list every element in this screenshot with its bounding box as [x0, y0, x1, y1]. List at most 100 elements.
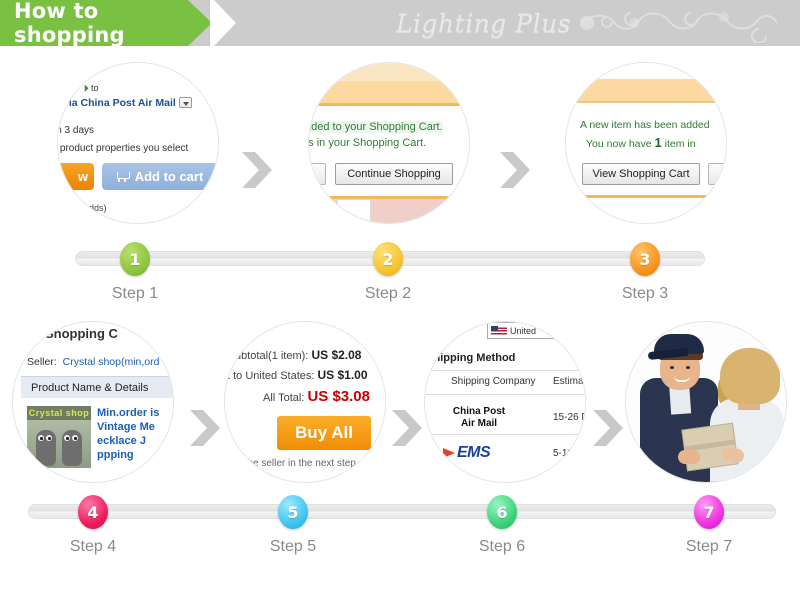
shopping-cart-icon — [116, 171, 130, 182]
step6-shipping-radio[interactable] — [425, 414, 426, 423]
step4-seller-name[interactable]: Crystal shop(min,ord — [63, 356, 160, 368]
step3-notice-title: ice — [568, 82, 585, 96]
step6-row1-estimate: 15-26 Days — [553, 412, 585, 423]
step4-desc-line1: Min.order is — [97, 407, 160, 419]
step-label-4: Step 4 — [69, 538, 117, 555]
step1-ship-method-text: Via China Post Air Mail — [62, 97, 176, 109]
step3-line2: You now have 1 item in — [586, 135, 696, 150]
arrow-2-to-3 — [500, 152, 530, 188]
step5-subtotal-value: US $2.08 — [311, 348, 362, 362]
chevron-down-icon[interactable] — [178, 97, 192, 108]
step5-total-value: US $3.08 — [307, 388, 370, 405]
step1-properties-note: he product properties you select — [57, 143, 189, 154]
step4-product-image[interactable]: Crystal shop — [27, 406, 91, 468]
step-node-7[interactable]: 7 — [694, 495, 724, 529]
step2-line2: ms in your Shopping Cart. — [308, 137, 427, 149]
step6-row1-company-line1: China Post — [452, 406, 506, 417]
step4-product-image-tag: Crystal shop — [27, 406, 91, 420]
step5-shipping-value: US $1.00 — [317, 368, 368, 382]
step-node-2-number: 2 — [382, 249, 394, 269]
step4-desc-line2: Vintage Me — [97, 421, 155, 433]
step-5-screenshot[interactable]: ubtotal(1 item): US $2.08 t to United St… — [224, 321, 386, 483]
step-3-screenshot[interactable]: ice A new item has been added You now ha… — [565, 62, 727, 224]
step6-ship-to-label: s) to — [445, 324, 465, 335]
add-to-cart-label: Add to cart — [134, 169, 204, 184]
step5-total-row: All Total: US $3.08 — [263, 388, 370, 405]
step-node-7-number: 7 — [703, 502, 715, 522]
flourish-icon — [580, 12, 778, 43]
ems-logo-icon — [443, 448, 455, 458]
header-chevron-icon — [210, 0, 236, 46]
step5-shipping-label: t to United States: — [227, 370, 315, 382]
step4-product-desc[interactable]: Min.order is Vintage Me ecklace J ppping — [97, 406, 159, 462]
page-title: How to shopping — [14, 0, 125, 47]
step-6-screenshot[interactable]: s) to United e Shipping Method Shipping … — [424, 321, 586, 483]
step3-item-count: 1 — [654, 135, 662, 150]
brand-watermark-text: Lighting Plus — [395, 8, 571, 38]
step3-partial-button[interactable] — [708, 163, 726, 185]
steps-row-bottom: Shopping C Seller: Crystal shop(min,ord … — [0, 305, 800, 490]
arrow-6-to-7 — [593, 410, 623, 446]
step4-desc-line4: ppping — [97, 449, 134, 461]
us-flag-icon — [491, 325, 507, 336]
step-label-3: Step 3 — [621, 285, 669, 302]
step1-ship-method[interactable]: Via China Post Air Mail — [62, 97, 192, 109]
step-node-6-number: 6 — [496, 502, 508, 522]
step1-footnote: (Adds) — [80, 203, 107, 213]
step2-partial-button[interactable] — [309, 163, 326, 185]
step-node-4-number: 4 — [87, 502, 99, 522]
view-shopping-cart-button[interactable]: View Shopping Cart — [582, 163, 700, 185]
step6-country-name: United — [510, 325, 537, 336]
arrow-1-to-2 — [242, 152, 272, 188]
step6-section-title: e Shipping Method — [424, 352, 516, 364]
step6-country-select[interactable]: United — [487, 322, 569, 339]
step-label-5: Step 5 — [269, 538, 317, 555]
step-node-3-number: 3 — [639, 249, 651, 269]
arrow-5-to-6 — [392, 410, 422, 446]
step-node-5[interactable]: 5 — [278, 495, 308, 529]
step6-row1-company-line2: Air Mail — [460, 418, 498, 429]
step2-line1: dded to your Shopping Cart. — [309, 121, 443, 133]
steps-row-top: ⏵ to Via China Post Air Mail in 3 days h… — [0, 52, 800, 237]
step-label-6: Step 6 — [478, 538, 526, 555]
step4-seller-row: Seller: Crystal shop(min,ord — [27, 356, 159, 368]
step1-lead-time: in 3 days — [57, 125, 95, 136]
step-node-5-number: 5 — [287, 502, 299, 522]
step-4-screenshot[interactable]: Shopping C Seller: Crystal shop(min,ord … — [12, 321, 174, 483]
step3-line2-after: item in — [664, 138, 696, 150]
step6-row2-company-text: EMS — [457, 444, 491, 461]
step-node-4[interactable]: 4 — [78, 495, 108, 529]
buy-now-button[interactable]: w — [58, 163, 94, 190]
step6-row2-estimate: 5-10 Day — [553, 448, 585, 459]
step6-row2-company: EMS — [443, 444, 491, 462]
step-node-1-number: 1 — [129, 249, 141, 269]
step-label-2: Step 2 — [364, 285, 412, 302]
step-1-screenshot[interactable]: ⏵ to Via China Post Air Mail in 3 days h… — [57, 62, 219, 224]
arrow-4-to-5 — [190, 410, 220, 446]
step6-row1-company: China Post Air Mail — [445, 406, 513, 430]
step-node-1[interactable]: 1 — [120, 242, 150, 276]
buy-all-button[interactable]: Buy All — [277, 416, 371, 450]
step-7-photo[interactable] — [625, 321, 787, 483]
step5-subtotal-row: ubtotal(1 item): US $2.08 — [235, 348, 361, 362]
brand-watermark: Lighting Plus — [396, 2, 782, 44]
step6-col-company: Shipping Company — [451, 376, 536, 387]
step4-column-header: Product Name & Details — [21, 376, 173, 398]
step1-ship-to-label: to — [91, 83, 99, 93]
step6-col-estimate: Estimated De — [553, 376, 585, 387]
add-to-cart-button[interactable]: Add to cart — [102, 163, 218, 190]
delivery-photo — [626, 322, 786, 482]
step-label-1: Step 1 — [111, 285, 159, 302]
step4-seller-label: Seller: — [27, 356, 57, 368]
step-label-7: Step 7 — [685, 538, 733, 555]
step3-line2-before: You now have — [586, 138, 652, 150]
step-2-screenshot[interactable]: dded to your Shopping Cart. ms in your S… — [308, 62, 470, 224]
step-node-2[interactable]: 2 — [373, 242, 403, 276]
continue-shopping-button[interactable]: Continue Shopping — [335, 163, 453, 185]
step-node-3[interactable]: 3 — [630, 242, 660, 276]
step3-line1: A new item has been added — [580, 119, 710, 131]
step4-desc-line3: ecklace J — [97, 435, 146, 447]
step-node-6[interactable]: 6 — [487, 495, 517, 529]
step1-ship-to-row: ⏵ to — [84, 83, 99, 93]
page-header: How to shopping Lighting Plus — [0, 0, 800, 46]
